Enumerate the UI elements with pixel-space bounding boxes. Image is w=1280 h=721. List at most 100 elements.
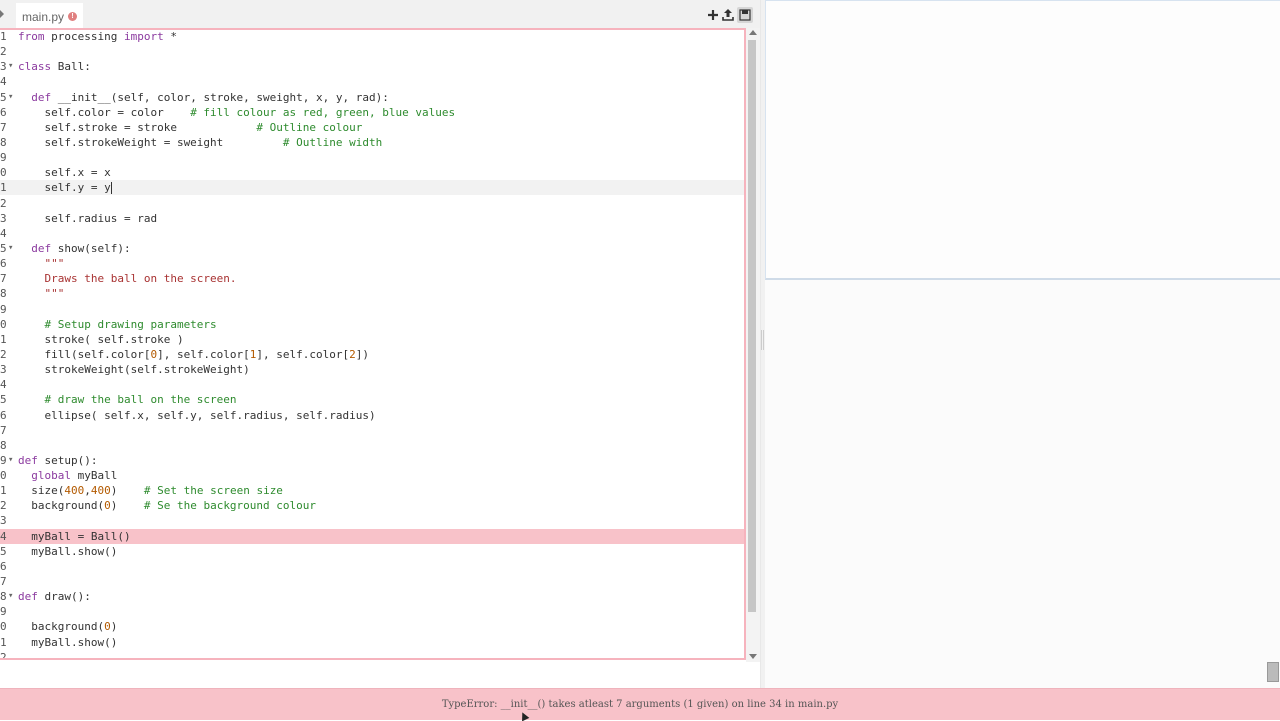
code-line[interactable]: 3 self.radius = rad: [0, 211, 744, 226]
code-text: myBall.show(): [18, 635, 117, 650]
fold-toggle-icon[interactable]: ▾: [8, 589, 13, 604]
code-line[interactable]: 1 size(400,400) # Set the screen size: [0, 483, 744, 498]
code-token: # Setup drawing parameters: [18, 317, 217, 331]
code-line[interactable]: 0 # Setup drawing parameters: [0, 317, 744, 332]
code-line[interactable]: 2: [0, 44, 744, 59]
code-text: def setup():: [18, 453, 97, 468]
code-token: Ball:: [51, 60, 91, 74]
code-token: myBall = Ball(): [18, 529, 131, 543]
code-line[interactable]: 8: [0, 438, 744, 453]
code-line[interactable]: 9: [0, 302, 744, 317]
code-line[interactable]: 8 ▾ def draw():: [0, 589, 744, 604]
code-line[interactable]: 7: [0, 423, 744, 438]
code-token: ): [110, 484, 144, 498]
code-editor[interactable]: 1 from processing import * 2 3 ▾ class Ball: 4…: [0, 28, 746, 660]
line-number: 2: [0, 196, 7, 210]
line-number: 9: [0, 605, 7, 619]
code-text: myBall = Ball(): [18, 529, 131, 544]
code-line[interactable]: 8 """: [0, 286, 744, 301]
code-line[interactable]: 3: [0, 513, 744, 528]
code-line[interactable]: 0 background(0): [0, 619, 744, 634]
fold-toggle-icon[interactable]: ▾: [8, 90, 13, 105]
code-line[interactable]: 9: [0, 150, 744, 165]
fold-toggle-icon[interactable]: ▾: [8, 453, 13, 468]
code-text: self.stroke = stroke # Outline colour: [18, 120, 362, 135]
code-text: def draw():: [18, 589, 91, 604]
code-line[interactable]: 2 background(0) # Se the background colo…: [0, 498, 744, 513]
code-token: self.radius = rad: [18, 211, 158, 225]
code-line[interactable]: 6 self.color = color # fill colour as re…: [0, 105, 744, 120]
line-number: 7: [0, 423, 7, 437]
console-resize-handle[interactable]: [1267, 662, 1279, 682]
line-number: 5: [0, 544, 7, 558]
code-line[interactable]: 5 myBall.show(): [0, 544, 744, 559]
line-number: 1: [0, 30, 7, 43]
code-line[interactable]: 3 strokeWeight(self.strokeWeight): [0, 362, 744, 377]
code-text: self.strokeWeight = sweight # Outline wi…: [18, 135, 382, 150]
code-line[interactable]: 9 ▾ def setup():: [0, 453, 744, 468]
line-number: 1: [0, 181, 7, 195]
code-text: background(0) # Se the background colour: [18, 498, 316, 513]
line-number: 7: [0, 575, 7, 589]
code-token: self.strokeWeight = sweight: [18, 135, 283, 149]
code-text: fill(self.color[0], self.color[1], self.…: [18, 347, 369, 362]
code-line[interactable]: 6 """: [0, 256, 744, 271]
code-line[interactable]: 1 self.y = y: [0, 180, 744, 196]
code-line[interactable]: 0 global myBall: [0, 468, 744, 483]
code-text: """: [18, 286, 64, 301]
line-number: 9: [0, 151, 7, 165]
code-text: background(0): [18, 619, 117, 634]
code-line[interactable]: 3 ▾ class Ball:: [0, 59, 744, 74]
line-number: 2: [0, 499, 7, 513]
code-line[interactable]: 7 Draws the ball on the screen.: [0, 271, 744, 286]
editor-pane: main.py ! 1 from processing import * 2 3 ▾ cl…: [0, 0, 760, 688]
tab-error-icon: !: [68, 12, 78, 21]
tab-scroll-left-icon[interactable]: [0, 10, 4, 18]
code-token: def: [18, 90, 52, 104]
code-line[interactable]: 8 self.strokeWeight = sweight # Outline …: [0, 135, 744, 150]
upload-icon[interactable]: [721, 8, 735, 22]
code-line[interactable]: 1 stroke( self.stroke ): [0, 332, 744, 347]
code-token: 2: [349, 347, 356, 361]
code-text: myBall.show(): [18, 544, 117, 559]
line-number: 8: [0, 135, 7, 149]
scroll-up-icon[interactable]: [749, 30, 757, 35]
code-line[interactable]: 6 ellipse( self.x, self.y, self.radius, …: [0, 408, 744, 423]
code-line[interactable]: 1 myBall.show(): [0, 635, 744, 650]
code-line-error[interactable]: 4 myBall = Ball(): [0, 528, 744, 544]
plus-icon[interactable]: [706, 8, 720, 22]
error-bar: TypeError: __init__() takes atleast 7 ar…: [0, 688, 1280, 720]
fold-toggle-icon[interactable]: ▾: [8, 59, 13, 74]
divider-grip-icon[interactable]: [761, 330, 764, 350]
code-line[interactable]: 5 ▾ def show(self):: [0, 241, 744, 256]
code-line[interactable]: 9: [0, 604, 744, 619]
code-line[interactable]: 7: [0, 574, 744, 589]
code-line[interactable]: 4: [0, 226, 744, 241]
code-line[interactable]: 6: [0, 559, 744, 574]
scroll-down-icon[interactable]: [749, 654, 757, 659]
code-line[interactable]: 1 from processing import *: [0, 30, 744, 44]
save-icon[interactable]: [737, 7, 753, 23]
code-token: # Outline width: [282, 135, 383, 149]
editor-scrollbar-thumb[interactable]: [748, 40, 756, 612]
fold-toggle-icon[interactable]: ▾: [8, 241, 13, 256]
code-line[interactable]: 0 self.x = x: [0, 165, 744, 180]
code-line[interactable]: 4: [0, 377, 744, 392]
line-number: 4: [0, 378, 7, 392]
code-token: Draws the ball on the screen.: [18, 272, 237, 286]
code-line[interactable]: 2: [0, 650, 744, 658]
line-number: 4: [0, 75, 7, 89]
code-line[interactable]: 4: [0, 74, 744, 89]
code-token: ): [110, 499, 144, 513]
code-line[interactable]: 5 # draw the ball on the screen: [0, 392, 744, 407]
tab-main-py[interactable]: main.py !: [16, 3, 84, 28]
line-number: 8: [0, 287, 7, 301]
code-line[interactable]: 2 fill(self.color[0], self.color[1], sel…: [0, 347, 744, 362]
line-number: 3: [0, 363, 7, 377]
code-token: ellipse( self.x, self.y, self.radius, se…: [18, 408, 376, 422]
code-text: size(400,400) # Set the screen size: [18, 483, 283, 498]
code-line[interactable]: 7 self.stroke = stroke # Outline colour: [0, 120, 744, 135]
code-token: background(: [18, 499, 105, 513]
code-line[interactable]: 2: [0, 196, 744, 211]
code-line[interactable]: 5 ▾ def __init__(self, color, stroke, swe…: [0, 90, 744, 105]
